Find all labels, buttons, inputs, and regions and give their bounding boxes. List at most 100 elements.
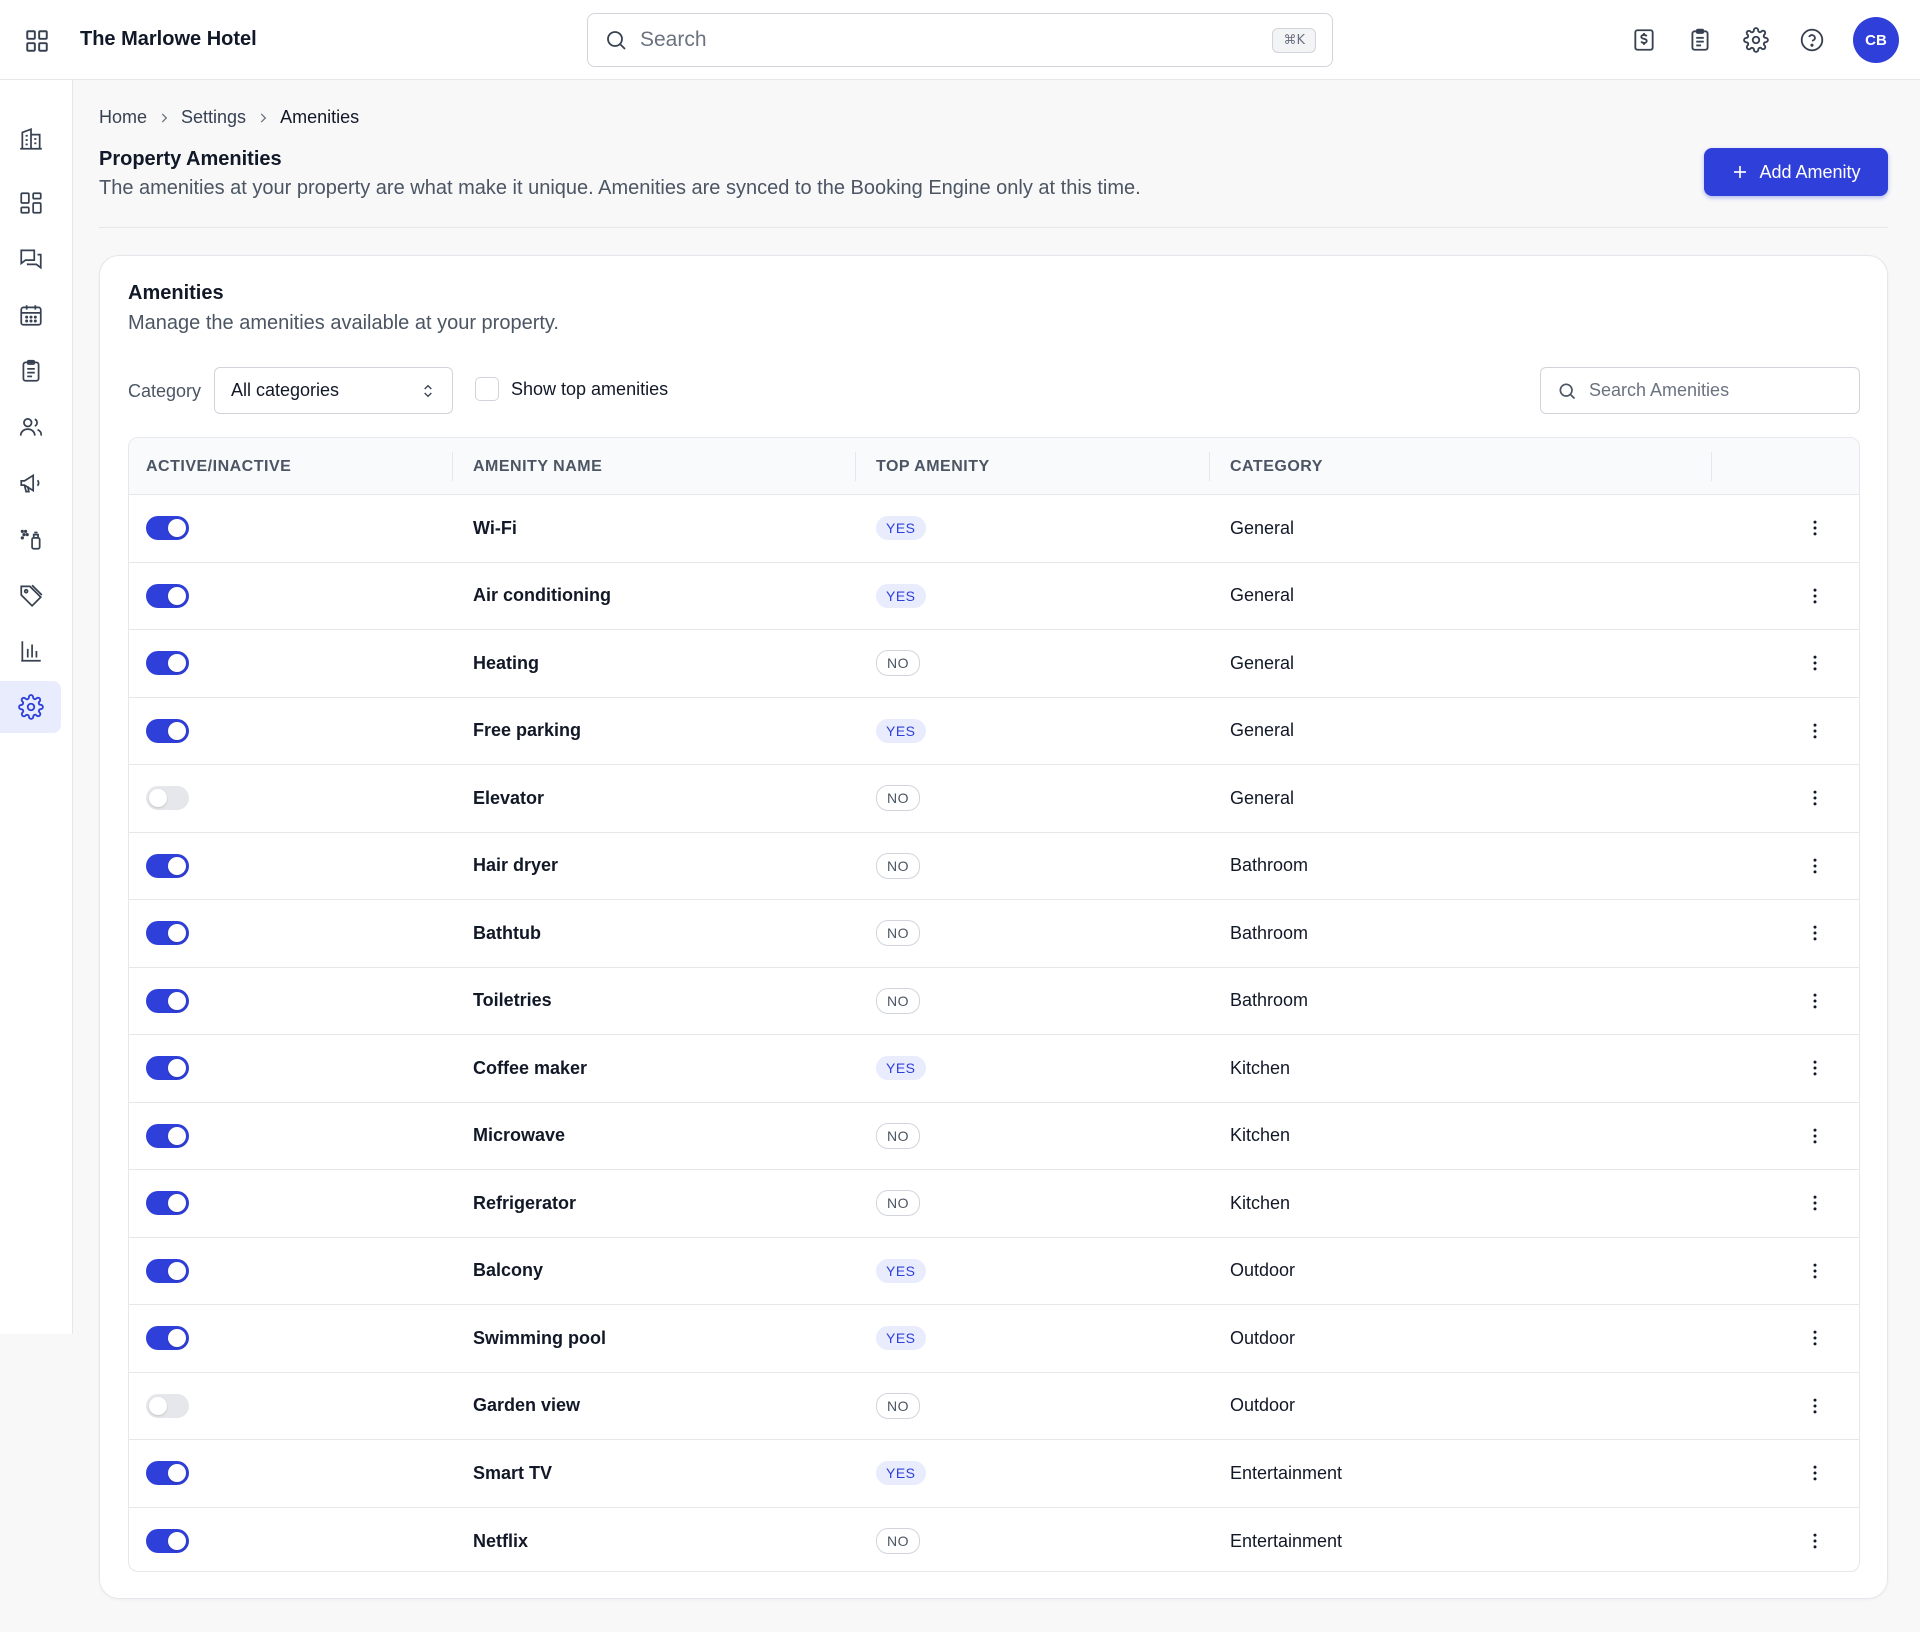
amenity-category: Bathroom bbox=[1230, 855, 1309, 876]
row-actions-cell bbox=[1803, 1035, 1827, 1102]
avatar[interactable]: CB bbox=[1853, 17, 1899, 63]
amenity-name: Refrigerator bbox=[473, 1192, 577, 1213]
amenity-category: General bbox=[1230, 652, 1295, 673]
sidebar-item-reports[interactable] bbox=[0, 625, 61, 677]
amenity-category: Entertainment bbox=[1230, 1462, 1343, 1483]
category-select[interactable]: All categories bbox=[214, 367, 453, 414]
sidebar-item-rates[interactable] bbox=[0, 569, 61, 621]
active-toggle[interactable] bbox=[146, 516, 189, 541]
amenity-search-input[interactable] bbox=[1589, 380, 1843, 401]
more-vertical-icon[interactable] bbox=[1803, 1529, 1827, 1553]
sidebar-item-marketing[interactable] bbox=[0, 457, 61, 509]
more-vertical-icon[interactable] bbox=[1803, 921, 1827, 945]
amenity-name: Free parking bbox=[473, 720, 582, 741]
help-icon[interactable] bbox=[1797, 25, 1827, 55]
active-toggle[interactable] bbox=[146, 583, 189, 608]
active-toggle[interactable] bbox=[146, 988, 189, 1013]
active-toggle[interactable] bbox=[146, 1326, 189, 1351]
show-top-amenities-checkbox[interactable] bbox=[475, 377, 499, 401]
row-actions-cell bbox=[1803, 900, 1827, 967]
active-toggle[interactable] bbox=[146, 1461, 189, 1486]
sidebar-item-housekeeping[interactable] bbox=[0, 513, 61, 565]
amenity-name: Microwave bbox=[473, 1125, 566, 1146]
sidebar-item-dashboard[interactable] bbox=[0, 177, 61, 229]
active-toggle[interactable] bbox=[146, 651, 189, 676]
more-vertical-icon[interactable] bbox=[1803, 786, 1827, 810]
active-cell bbox=[146, 1103, 189, 1170]
sidebar-item-tasks[interactable] bbox=[0, 345, 61, 397]
amenity-category: General bbox=[1230, 585, 1295, 606]
active-toggle[interactable] bbox=[146, 1529, 189, 1554]
active-toggle[interactable] bbox=[146, 1393, 189, 1418]
row-actions-cell bbox=[1803, 765, 1827, 832]
sidebar-item-calendar[interactable] bbox=[0, 289, 61, 341]
sidebar-item-settings[interactable] bbox=[0, 681, 61, 733]
column-divider bbox=[855, 452, 856, 481]
column-header-category[interactable]: CATEGORY bbox=[1230, 438, 1323, 495]
active-toggle[interactable] bbox=[146, 1258, 189, 1283]
active-toggle[interactable] bbox=[146, 1123, 189, 1148]
global-search[interactable]: ⌘K bbox=[587, 13, 1333, 67]
category-label: Category bbox=[128, 381, 202, 401]
more-vertical-icon[interactable] bbox=[1803, 854, 1827, 878]
more-vertical-icon[interactable] bbox=[1803, 1394, 1827, 1418]
active-toggle[interactable] bbox=[146, 1191, 189, 1216]
show-top-amenities-label: Show top amenities bbox=[511, 378, 669, 399]
more-vertical-icon[interactable] bbox=[1803, 1124, 1827, 1148]
row-actions-cell bbox=[1803, 563, 1827, 630]
active-toggle[interactable] bbox=[146, 718, 189, 743]
table-row: Elevator NO General bbox=[129, 765, 1859, 833]
more-vertical-icon[interactable] bbox=[1803, 1191, 1827, 1215]
sidebar-item-guests[interactable] bbox=[0, 401, 61, 453]
toggle-knob bbox=[168, 924, 186, 943]
gear-icon[interactable] bbox=[1741, 25, 1771, 55]
more-vertical-icon[interactable] bbox=[1803, 1056, 1827, 1080]
row-actions-cell bbox=[1803, 1440, 1827, 1507]
column-header-name[interactable]: AMENITY NAME bbox=[473, 438, 602, 495]
table-row: Hair dryer NO Bathroom bbox=[129, 833, 1859, 900]
column-header-top[interactable]: TOP AMENITY bbox=[876, 438, 990, 495]
active-toggle[interactable] bbox=[146, 921, 189, 946]
settings-icon bbox=[17, 694, 44, 720]
search-icon bbox=[1559, 383, 1576, 399]
more-vertical-icon[interactable] bbox=[1803, 584, 1827, 608]
top-amenity-cell: YES bbox=[876, 1440, 926, 1507]
active-cell bbox=[146, 630, 189, 697]
active-toggle[interactable] bbox=[146, 786, 189, 811]
row-actions-cell bbox=[1803, 1103, 1827, 1170]
billing-icon[interactable] bbox=[1629, 25, 1659, 55]
toggle-knob bbox=[149, 789, 167, 808]
clipboard-icon[interactable] bbox=[1685, 25, 1715, 55]
chevron-up-down-icon bbox=[424, 384, 432, 397]
amenity-search[interactable] bbox=[1540, 367, 1860, 414]
more-vertical-icon[interactable] bbox=[1803, 1326, 1827, 1350]
breadcrumb: Home Settings Amenities bbox=[99, 107, 359, 128]
more-vertical-icon[interactable] bbox=[1803, 989, 1827, 1013]
top-amenity-badge: YES bbox=[876, 583, 926, 608]
toggle-knob bbox=[168, 586, 186, 605]
more-vertical-icon[interactable] bbox=[1803, 1259, 1827, 1283]
active-toggle[interactable] bbox=[146, 1056, 189, 1081]
more-vertical-icon[interactable] bbox=[1803, 1461, 1827, 1485]
more-vertical-icon[interactable] bbox=[1803, 651, 1827, 675]
breadcrumb-home[interactable]: Home bbox=[99, 107, 147, 128]
breadcrumb-settings[interactable]: Settings bbox=[181, 107, 246, 128]
toggle-knob bbox=[168, 1329, 186, 1348]
top-amenity-cell: NO bbox=[876, 1373, 920, 1440]
sidebar-item-property[interactable] bbox=[0, 113, 61, 165]
active-toggle[interactable] bbox=[146, 853, 189, 878]
active-cell bbox=[146, 563, 189, 630]
more-vertical-icon[interactable] bbox=[1803, 719, 1827, 743]
show-top-amenities[interactable]: Show top amenities bbox=[475, 377, 668, 401]
top-amenity-badge: YES bbox=[876, 1326, 926, 1351]
top-amenity-cell: NO bbox=[876, 765, 920, 832]
toggle-knob bbox=[168, 1059, 186, 1078]
sidebar-item-messages[interactable] bbox=[0, 233, 61, 285]
top-amenity-badge: NO bbox=[876, 785, 920, 812]
add-amenity-button[interactable]: Add Amenity bbox=[1704, 148, 1888, 196]
more-vertical-icon[interactable] bbox=[1803, 516, 1827, 540]
column-header-active[interactable]: ACTIVE/INACTIVE bbox=[146, 438, 291, 495]
global-search-input[interactable] bbox=[640, 28, 1273, 52]
top-amenity-cell: NO bbox=[876, 1170, 920, 1237]
apps-grid-icon[interactable] bbox=[22, 26, 52, 56]
